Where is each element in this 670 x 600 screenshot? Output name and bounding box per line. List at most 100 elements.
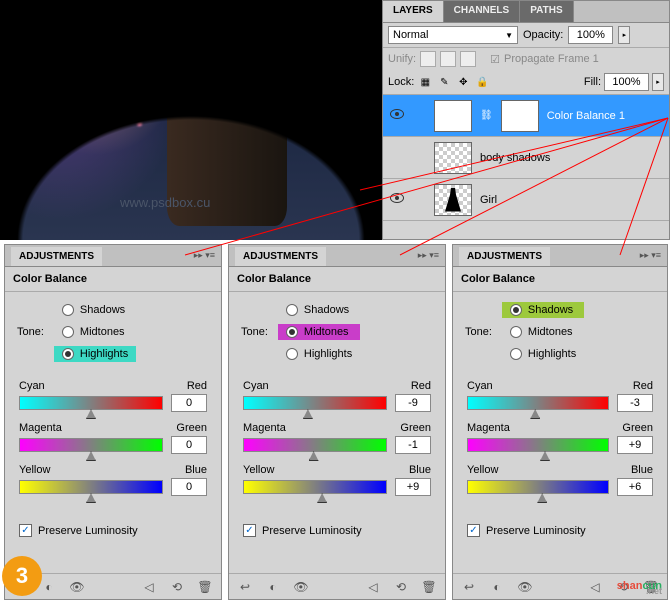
lock-all-icon[interactable]: 🔒 [474,74,490,90]
slider-track[interactable] [243,438,387,452]
opacity-input[interactable]: 100% [568,26,613,44]
blend-mode-select[interactable]: Normal ▼ [388,26,518,44]
preserve-luminosity-row: ✓ Preserve Luminosity [5,514,221,547]
tab-channels[interactable]: CHANNELS [444,1,521,22]
slider-value-input[interactable]: 0 [171,478,207,496]
slider-handle[interactable] [86,409,96,419]
slider-value-input[interactable]: +9 [395,478,431,496]
visibility-toggle[interactable] [388,109,406,122]
lock-transparency-icon[interactable]: ▦ [417,74,433,90]
reset-icon[interactable]: ⟲ [393,579,409,595]
unify-icon-1[interactable] [420,51,436,67]
tone-radio-highlights[interactable]: Highlights [502,346,584,362]
slider-handle[interactable] [303,409,313,419]
reset-icon[interactable]: ⟲ [169,579,185,595]
layer-row-body-shadows[interactable]: body shadows [383,137,669,179]
slider-track[interactable] [243,396,387,410]
tab-layers[interactable]: LAYERS [383,1,444,22]
slider-handle[interactable] [317,493,327,503]
panel-menu-icon[interactable]: ▸▸ ▾≡ [194,250,215,261]
eye-icon[interactable]: 👁 [517,579,533,595]
tone-radio-shadows[interactable]: Shadows [278,302,360,318]
clip-icon[interactable]: ◐ [265,579,281,595]
return-icon[interactable]: ↩ [461,579,477,595]
tone-label: Highlights [528,348,576,360]
tone-radio-midtones[interactable]: Midtones [502,324,584,340]
tone-radio-highlights[interactable]: Highlights [54,346,136,362]
trash-icon[interactable]: 🗑 [197,579,213,595]
slider-right-label: Blue [631,464,653,476]
layer-name[interactable]: body shadows [480,152,664,164]
clip-icon[interactable]: ◐ [41,579,57,595]
slider-handle[interactable] [540,451,550,461]
slider-left-label: Yellow [243,464,274,476]
propagate-checkbox[interactable]: ☑ [490,53,500,66]
slider-value-input[interactable]: -3 [617,394,653,412]
slider-track[interactable] [467,438,609,452]
tone-radio-shadows[interactable]: Shadows [54,302,136,318]
prev-icon[interactable]: ◁ [365,579,381,595]
adjustments-tab[interactable]: ADJUSTMENTS [235,247,326,266]
fill-arrow[interactable]: ▸ [652,73,664,91]
fill-input[interactable]: 100% [604,73,649,91]
panel-menu-icon[interactable]: ▸▸ ▾≡ [640,250,661,261]
layer-row-color-balance[interactable]: ⚖ ⛓ Color Balance 1 [383,95,669,137]
slider-track[interactable] [467,480,609,494]
preserve-checkbox[interactable]: ✓ [467,524,480,537]
panel-menu-icon[interactable]: ▸▸ ▾≡ [418,250,439,261]
eye-icon[interactable]: 👁 [293,579,309,595]
slider-track[interactable] [243,480,387,494]
trash-icon[interactable]: 🗑 [421,579,437,595]
adjustment-title: Color Balance [229,267,445,292]
return-icon[interactable]: ↩ [237,579,253,595]
slider-value-input[interactable]: -9 [395,394,431,412]
prev-icon[interactable]: ◁ [587,579,603,595]
lock-position-icon[interactable]: ✥ [455,74,471,90]
layer-name[interactable]: Girl [480,194,664,206]
slider-value-input[interactable]: +9 [617,436,653,454]
prev-icon[interactable]: ◁ [141,579,157,595]
adjustments-tab[interactable]: ADJUSTMENTS [11,247,102,266]
slider-handle[interactable] [537,493,547,503]
slider-track[interactable] [19,480,163,494]
radio-icon [286,326,298,338]
tab-paths[interactable]: PATHS [520,1,573,22]
tone-label: Tone: [465,326,492,338]
tone-radio-midtones[interactable]: Midtones [54,324,136,340]
slider-value-input[interactable]: +6 [617,478,653,496]
preserve-checkbox[interactable]: ✓ [19,524,32,537]
slider-track[interactable] [19,438,163,452]
slider-value-input[interactable]: 0 [171,394,207,412]
preserve-checkbox[interactable]: ✓ [243,524,256,537]
layer-row-girl[interactable]: Girl [383,179,669,221]
slider-magenta-green: MagentaGreen +9 [467,422,653,454]
eye-icon[interactable]: 👁 [69,579,85,595]
visibility-toggle[interactable] [388,193,406,206]
opacity-label: Opacity: [523,29,563,41]
tone-radio-shadows[interactable]: Shadows [502,302,584,318]
lock-row: Lock: ▦ ✎ ✥ 🔒 Fill: 100% ▸ [383,70,669,95]
clip-icon[interactable]: ◐ [489,579,505,595]
slider-handle[interactable] [309,451,319,461]
slider-track[interactable] [19,396,163,410]
tone-radio-midtones[interactable]: Midtones [278,324,360,340]
tone-label: Midtones [528,326,573,338]
slider-handle[interactable] [530,409,540,419]
adjustments-tab[interactable]: ADJUSTMENTS [459,247,550,266]
slider-value-input[interactable]: -1 [395,436,431,454]
eye-icon [390,193,404,203]
lock-paint-icon[interactable]: ✎ [436,74,452,90]
tone-radio-highlights[interactable]: Highlights [278,346,360,362]
mask-thumb[interactable] [501,100,539,132]
unify-icon-2[interactable] [440,51,456,67]
layer-name[interactable]: Color Balance 1 [547,110,664,122]
slider-handle[interactable] [86,493,96,503]
tone-section: Tone: ShadowsMidtonesHighlights [5,292,221,372]
step-badge: 3 [2,556,42,596]
slider-handle[interactable] [86,451,96,461]
slider-track[interactable] [467,396,609,410]
opacity-arrow[interactable]: ▸ [618,26,630,44]
slider-value-input[interactable]: 0 [171,436,207,454]
slider-left-label: Magenta [467,422,510,434]
unify-icon-3[interactable] [460,51,476,67]
